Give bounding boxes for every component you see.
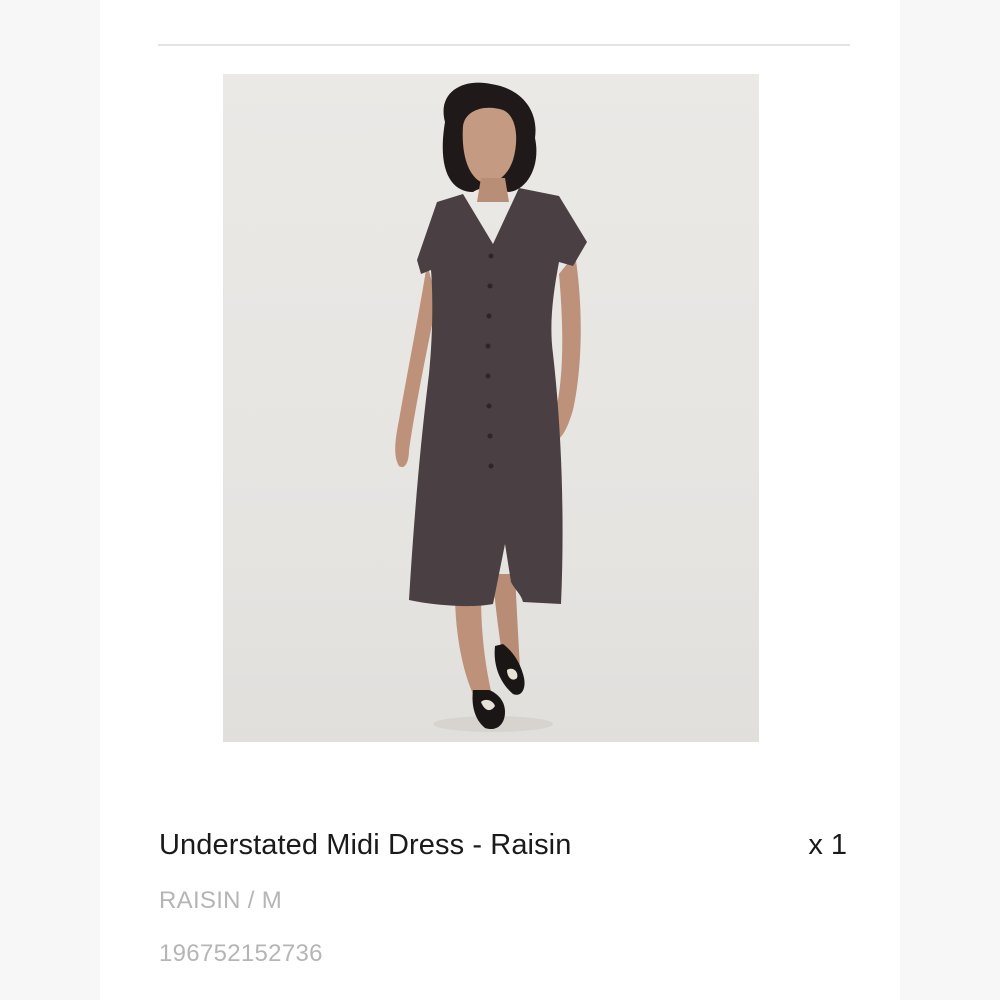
order-line-item-card: Understated Midi Dress - Raisin x 1 RAIS… xyxy=(100,0,900,1000)
model-photo-illustration xyxy=(395,82,587,732)
sku-label: 196752152736 xyxy=(159,940,323,967)
product-image[interactable] xyxy=(223,74,759,742)
neck xyxy=(477,178,509,202)
left-leg xyxy=(455,594,493,700)
product-title[interactable]: Understated Midi Dress - Raisin xyxy=(159,829,571,862)
variant-label: RAISIN / M xyxy=(159,887,283,914)
quantity-label: x 1 xyxy=(808,829,847,861)
divider xyxy=(158,44,850,46)
